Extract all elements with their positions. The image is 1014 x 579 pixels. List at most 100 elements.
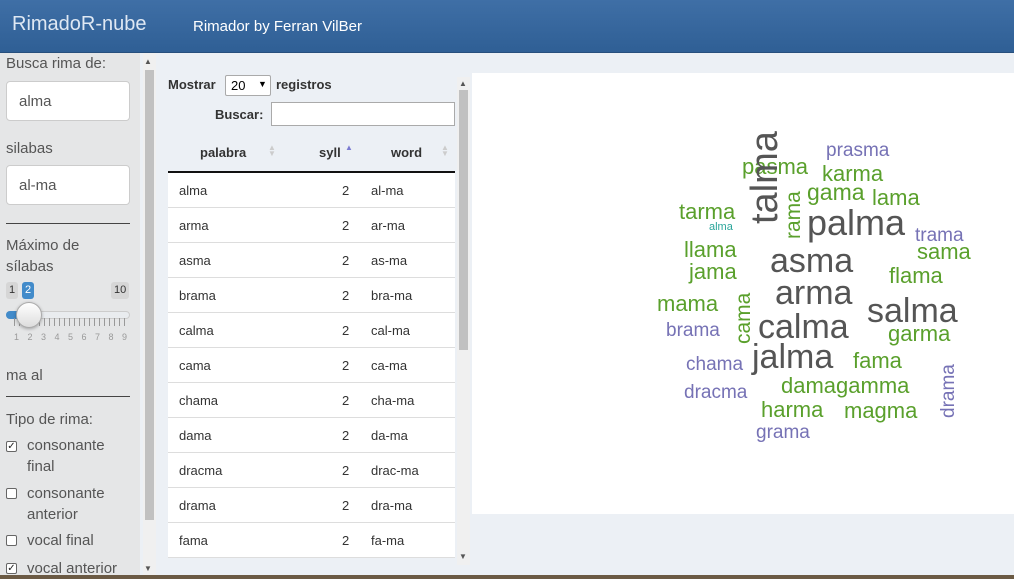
max-syllables-label-line2: sílabas [6,258,54,275]
cloud-word: flama [889,263,944,288]
cell-word: as-ma [371,253,408,268]
scroll-up-icon[interactable]: ▲ [144,57,152,66]
scroll-up-icon[interactable]: ▲ [459,79,467,88]
sort-icon[interactable]: ▲ ▼ [441,144,449,158]
cell-palabra: brama [179,288,216,303]
cloud-word: damagamma [781,373,910,398]
cloud-word: alma [709,221,734,233]
syllables-label: silabas [6,140,53,157]
column-header-word[interactable]: word [391,145,422,160]
cloud-word: harma [761,397,824,422]
word-cloud: prasma pasma karma gama lama tarma alma talma ra… [472,73,1014,514]
slider-handle[interactable] [16,302,42,328]
cell-palabra: drama [179,498,216,513]
table-row[interactable]: brama 2 bra-ma [168,278,455,313]
option-label-line2[interactable]: final [27,456,55,477]
table-row[interactable]: dracma 2 drac-ma [168,453,455,488]
option-label-line1[interactable]: vocal final [27,530,94,551]
cell-syll: 2 [342,288,350,303]
cell-palabra: dama [179,428,212,443]
scroll-down-icon[interactable]: ▼ [144,564,152,573]
records-label: registros [276,77,332,92]
checkbox-vocal-anterior[interactable]: ✓ [6,563,17,574]
cell-palabra: chama [179,393,219,408]
checkbox-consonante-anterior[interactable] [6,488,17,499]
app-brand[interactable]: RimadoR-nube [12,13,147,36]
table-body: alma 2 al-ma arma 2 ar-ma asma 2 as-ma brama 2 bra-… [168,173,455,558]
checkbox-vocal-final[interactable] [6,535,17,546]
table-row[interactable]: cama 2 ca-ma [168,348,455,383]
option-label-line1[interactable]: consonante [27,483,105,504]
sort-asc-icon[interactable]: ▲ [345,144,353,152]
cloud-word: rama [782,191,805,239]
slider-max-label: 10 [111,282,130,299]
cell-syll: 2 [342,253,350,268]
table-row[interactable]: arma 2 ar-ma [168,208,455,243]
cloud-word: palma [807,202,906,243]
table-row[interactable]: drama 2 dra-ma [168,488,455,523]
cell-word: fa-ma [371,533,405,548]
show-label: Mostrar [168,77,216,92]
cell-word: drac-ma [371,463,419,478]
sidebar: Busca rima de: silabas Máximo de sílabas… [0,53,140,579]
cell-word: da-ma [371,428,408,443]
bottom-strip [0,575,1014,579]
cell-syll: 2 [342,358,350,373]
slider-tick-labels: 1 2 3 4 5 6 7 8 9 [14,332,131,342]
cloud-word: fama [853,348,903,373]
slider-min-label: 1 [6,282,19,299]
cell-syll: 2 [342,393,350,408]
word-cloud-svg: prasmapasma karmagama lamatarmaalmatalmara… [657,130,972,443]
cell-syll: 2 [342,463,350,478]
cloud-word: mama [657,291,719,316]
cloud-word: magma [844,398,918,423]
cell-syll: 2 [342,183,350,198]
divider [6,223,130,224]
cell-syll: 2 [342,498,350,513]
navbar: RimadoR-nube Rimador by Ferran VilBer [0,0,1014,53]
cloud-word: jama [688,259,737,284]
cell-palabra: arma [179,218,209,233]
rhyme-ending-text: ma al [6,367,43,384]
cloud-word: grama [756,422,810,443]
cloud-word: arma [775,274,853,312]
table-row[interactable]: calma 2 cal-ma [168,313,455,348]
cell-syll: 2 [342,218,350,233]
search-label: Busca rima de: [6,55,107,72]
cell-palabra: calma [179,323,214,338]
table-row[interactable]: alma 2 al-ma [168,173,455,208]
cloud-word: jalma [751,338,833,376]
cell-word: cha-ma [371,393,415,408]
syllables-input[interactable] [6,165,130,205]
table-row[interactable]: dama 2 da-ma [168,418,455,453]
cell-word: dra-ma [371,498,413,513]
table-search-input[interactable] [271,102,455,126]
cloud-word: chama [686,354,743,375]
option-label-line1[interactable]: consonante [27,435,105,456]
cloud-word: drama [938,364,959,418]
cell-word: al-ma [371,183,404,198]
search-rhyme-input[interactable] [6,81,130,121]
table-scrollbar-thumb[interactable] [459,90,468,350]
cell-word: ar-ma [371,218,405,233]
cell-palabra: asma [179,253,211,268]
table-row[interactable]: chama 2 cha-ma [168,383,455,418]
nav-link-rimador[interactable]: Rimador by Ferran VilBer [193,18,362,35]
sidebar-scrollbar-thumb[interactable] [145,70,154,520]
table-row[interactable]: asma 2 as-ma [168,243,455,278]
cloud-word: brama [666,320,720,341]
checkbox-consonante-final[interactable]: ✓ [6,441,17,452]
results-table: palabra ▲ ▼ syll ▲ word ▲ ▼ alma 2 al-ma arma… [168,136,455,558]
sort-icon[interactable]: ▲ ▼ [268,144,276,158]
cloud-word: prasma [826,140,890,161]
column-header-syll[interactable]: syll [319,145,341,160]
option-label-line2[interactable]: anterior [27,504,78,525]
table-row[interactable]: fama 2 fa-ma [168,523,455,558]
scroll-down-icon[interactable]: ▼ [459,552,467,561]
cell-syll: 2 [342,428,350,443]
cell-word: ca-ma [371,358,408,373]
cloud-word: dracma [684,382,748,403]
chevron-down-icon: ▼ [258,79,267,89]
cell-syll: 2 [342,323,350,338]
column-header-palabra[interactable]: palabra [200,145,246,160]
